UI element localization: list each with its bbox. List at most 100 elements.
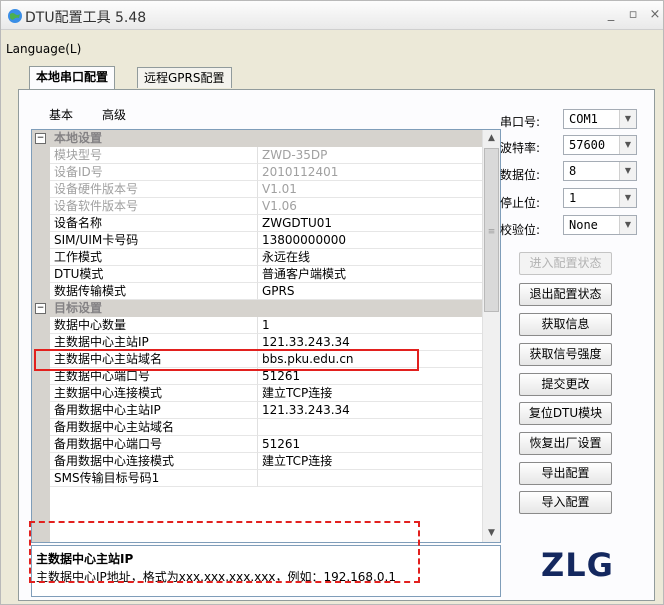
baud-value: 57600	[569, 138, 606, 152]
grid-row-name: 备用数据中心主站IP	[50, 402, 258, 419]
grid-row[interactable]: 备用数据中心主站IP 121.33.243.34	[32, 402, 483, 419]
grid-row-name: 主数据中心连接模式	[50, 385, 258, 402]
grid-row-name: 设备硬件版本号	[50, 181, 258, 198]
highlight-dashed-box	[29, 521, 420, 583]
close-icon[interactable]: ×	[645, 5, 664, 25]
grid-category-label: 目标设置	[54, 301, 103, 315]
baud-label: 波特率:	[500, 141, 541, 155]
grid-row[interactable]: SMS传输目标号码1	[32, 470, 483, 487]
grid-scrollbar[interactable]: ▲ ≡ ▼	[482, 130, 500, 542]
submit-button[interactable]: 提交更改	[519, 373, 612, 396]
grid-row-name: 工作模式	[50, 249, 258, 266]
grid-row-value[interactable]: ZWGDTU01	[258, 215, 483, 232]
stop-bits-select[interactable]: 1 ▼	[563, 188, 637, 208]
grid-row[interactable]: 设备ID号 2010112401	[32, 164, 483, 181]
grid-row[interactable]: 设备名称 ZWGDTU01	[32, 215, 483, 232]
stop-bits-label: 停止位:	[500, 196, 541, 210]
highlight-box	[34, 349, 419, 371]
app-window: DTU配置工具 5.48 _ ▫ × Language(L) 本地串口配置 远程…	[0, 0, 664, 605]
grid-category-label: 本地设置	[54, 131, 103, 145]
grid-row[interactable]: 备用数据中心连接模式 建立TCP连接	[32, 453, 483, 470]
grid-row-value[interactable]	[258, 470, 483, 487]
enter-config-button[interactable]: 进入配置状态	[519, 252, 612, 275]
grid-row-value[interactable]: 2010112401	[258, 164, 483, 181]
grid-row-name: 备用数据中心连接模式	[50, 453, 258, 470]
grid-row-value[interactable]: 永远在线	[258, 249, 483, 266]
grid-row[interactable]: 备用数据中心端口号 51261	[32, 436, 483, 453]
grid-row-value[interactable]: 51261	[258, 436, 483, 453]
collapse-toggle-icon[interactable]: −	[35, 133, 46, 144]
grid-row-name: 备用数据中心端口号	[50, 436, 258, 453]
main-tabs: 本地串口配置 远程GPRS配置	[1, 66, 663, 89]
export-button[interactable]: 导出配置	[519, 462, 612, 485]
grid-row[interactable]: 设备软件版本号 V1.06	[32, 198, 483, 215]
subtab-advanced[interactable]: 高级	[102, 106, 126, 123]
reset-dtu-button[interactable]: 复位DTU模块	[519, 402, 612, 425]
chevron-down-icon[interactable]: ▼	[619, 216, 636, 234]
baud-select[interactable]: 57600 ▼	[563, 135, 637, 155]
grid-row-name: 设备软件版本号	[50, 198, 258, 215]
app-globe-icon	[8, 9, 22, 23]
grid-row[interactable]: 设备硬件版本号 V1.01	[32, 181, 483, 198]
maximize-icon[interactable]: ▫	[623, 5, 643, 25]
tab-remote-gprs[interactable]: 远程GPRS配置	[137, 67, 232, 88]
grid-row[interactable]: 模块型号 ZWD-35DP	[32, 147, 483, 164]
grid-row[interactable]: 数据传输模式 GPRS	[32, 283, 483, 300]
port-select[interactable]: COM1 ▼	[563, 109, 637, 129]
grid-row[interactable]: 数据中心数量 1	[32, 317, 483, 334]
parity-select[interactable]: None ▼	[563, 215, 637, 235]
scroll-grip-icon: ≡	[487, 227, 496, 237]
grid-row-name: SIM/UIM卡号码	[50, 232, 258, 249]
property-grid: − 本地设置 模块型号 ZWD-35DP 设备ID号 2010112401 设备硬件版本号 V…	[31, 129, 501, 543]
grid-row[interactable]: 主数据中心连接模式 建立TCP连接	[32, 385, 483, 402]
grid-row[interactable]: DTU模式 普通客户端模式	[32, 266, 483, 283]
grid-category[interactable]: − 本地设置	[32, 130, 483, 147]
scroll-down-icon[interactable]: ▼	[483, 525, 500, 542]
grid-row-name: DTU模式	[50, 266, 258, 283]
grid-row[interactable]: 工作模式 永远在线	[32, 249, 483, 266]
grid-row-value[interactable]: 121.33.243.34	[258, 402, 483, 419]
grid-row-value[interactable]: 普通客户端模式	[258, 266, 483, 283]
grid-row-name: 设备名称	[50, 215, 258, 232]
get-info-button[interactable]: 获取信息	[519, 313, 612, 336]
grid-row-value[interactable]: 建立TCP连接	[258, 453, 483, 470]
grid-row-value[interactable]: ZWD-35DP	[258, 147, 483, 164]
chevron-down-icon[interactable]: ▼	[619, 110, 636, 128]
grid-row-value[interactable]	[258, 419, 483, 436]
tab-local-serial[interactable]: 本地串口配置	[29, 66, 116, 89]
grid-row-name: 设备ID号	[50, 164, 258, 181]
grid-row-value[interactable]: V1.06	[258, 198, 483, 215]
subtab-basic[interactable]: 基本	[49, 106, 73, 123]
port-label: 串口号:	[500, 115, 541, 129]
scroll-up-icon[interactable]: ▲	[483, 130, 500, 147]
window-title: DTU配置工具 5.48	[25, 10, 147, 26]
data-bits-value: 8	[569, 164, 577, 178]
grid-row[interactable]: 备用数据中心主站域名	[32, 419, 483, 436]
chevron-down-icon[interactable]: ▼	[619, 136, 636, 154]
menu-language[interactable]: Language(L)	[6, 42, 81, 56]
stop-bits-value: 1	[569, 191, 577, 205]
grid-row-value[interactable]: 建立TCP连接	[258, 385, 483, 402]
exit-config-button[interactable]: 退出配置状态	[519, 283, 612, 306]
grid-row[interactable]: SIM/UIM卡号码 13800000000	[32, 232, 483, 249]
grid-row-name: 数据中心数量	[50, 317, 258, 334]
import-button[interactable]: 导入配置	[519, 491, 612, 514]
grid-row-value[interactable]: 13800000000	[258, 232, 483, 249]
zlg-logo: ZLG	[541, 546, 614, 584]
chevron-down-icon[interactable]: ▼	[619, 189, 636, 207]
grid-row-value[interactable]: V1.01	[258, 181, 483, 198]
grid-row-value[interactable]: 1	[258, 317, 483, 334]
collapse-toggle-icon[interactable]: −	[35, 303, 46, 314]
grid-row-value[interactable]: GPRS	[258, 283, 483, 300]
minimize-icon[interactable]: _	[601, 5, 621, 25]
parity-label: 校验位:	[500, 223, 541, 237]
data-bits-select[interactable]: 8 ▼	[563, 161, 637, 181]
chevron-down-icon[interactable]: ▼	[619, 162, 636, 180]
parity-value: None	[569, 218, 598, 232]
get-signal-button[interactable]: 获取信号强度	[519, 343, 612, 366]
factory-reset-button[interactable]: 恢复出厂设置	[519, 432, 612, 455]
data-bits-label: 数据位:	[500, 168, 541, 182]
grid-category[interactable]: − 目标设置	[32, 300, 483, 317]
grid-row-name: 数据传输模式	[50, 283, 258, 300]
grid-row-name: 备用数据中心主站域名	[50, 419, 258, 436]
